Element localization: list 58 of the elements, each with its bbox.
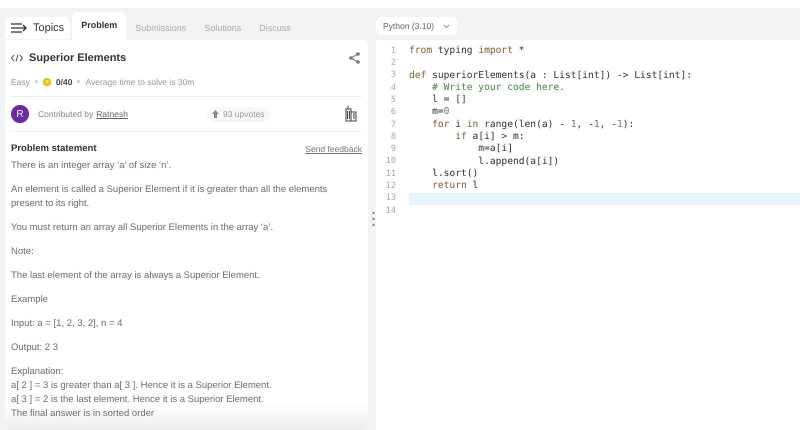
statement-text: Explanation:: [11, 364, 64, 378]
contributor-label: Contributed by: [38, 108, 94, 121]
statement-text: Example: [11, 292, 49, 306]
statement-text: There is an integer array ‘a’ of size ‘n’.: [11, 158, 172, 172]
statement-text: Note:: [11, 244, 35, 258]
line-number: 4: [390, 82, 396, 94]
upvote-arrow-icon: [212, 110, 219, 118]
code-line: def superiorElements(a : List[int]) -> List[int]:: [409, 68, 692, 82]
line-number: 13: [384, 192, 396, 206]
statement-text: a[ 3 ] = 2 is the last element. Hence it is a Superior Element.: [11, 392, 265, 406]
contributor-link[interactable]: Ratnesh: [96, 108, 128, 121]
statement-text: Output: 2 3: [11, 340, 60, 354]
avatar: R: [11, 105, 29, 124]
line-number: 1: [390, 44, 396, 58]
code-line: m=a[i]: [477, 142, 513, 156]
statement-text: You must return an array all Superior Elements in the array ‘a’.: [11, 220, 274, 234]
average-time-text: Average time to solve is 30m: [85, 76, 194, 88]
upvote-button[interactable]: 93 upvotes: [206, 106, 270, 122]
line-number: 3: [390, 69, 396, 82]
language-dropdown[interactable]: Python (3.10): [376, 17, 458, 35]
statement-text: The last element of the array is always a Superior Element.: [11, 268, 261, 282]
statement-text: a[ 2 ] = 3 is greater than a[ 3 ]. Hence it is a Superior Element.: [11, 378, 273, 392]
score-text: 0/40: [56, 76, 72, 88]
code-line: from typing import *: [409, 44, 525, 58]
line-number: 5: [390, 94, 396, 107]
code-line: if a[i] > m:: [454, 130, 525, 144]
statement-text: An element is called a Superior Element if it is greater than all the elements present to its right.: [11, 182, 328, 210]
code-line: for i in range(len(a) - 1, -1, -1):: [431, 118, 634, 132]
code-line: l.sort(): [431, 166, 478, 180]
share-icon[interactable]: [349, 52, 360, 64]
problem-title: Superior Elements: [29, 51, 126, 66]
line-number: 11: [384, 168, 396, 180]
topics-button[interactable]: Topics: [5, 17, 70, 39]
line-number: 8: [390, 130, 396, 144]
line-number: 9: [390, 143, 396, 156]
line-number: 2: [390, 57, 396, 70]
line-number: 6: [390, 106, 396, 120]
chevron-down-icon: [443, 24, 450, 28]
statement-text: The final answer is in sorted order: [11, 406, 156, 420]
coin-icon: [42, 78, 51, 86]
line-number: 10: [384, 155, 396, 168]
line-number: 7: [390, 118, 396, 132]
resize-handle-icon[interactable]: [372, 211, 374, 227]
statement-text: Input: a = [1, 2, 3, 2], n = 4: [11, 316, 124, 330]
code-line: m=0: [431, 105, 450, 120]
code-line: l.append(a[i]): [477, 154, 560, 169]
building-icon[interactable]: [344, 106, 358, 122]
code-line: # Write your code here.: [431, 80, 565, 94]
difficulty-label: Easy: [11, 76, 30, 88]
section-heading: Problem statement: [11, 142, 97, 156]
line-number: 14: [384, 204, 396, 218]
menu-arrow-icon: [11, 23, 27, 33]
tab[interactable]: Problem: [72, 12, 126, 40]
send-feedback-link[interactable]: Send feedback: [305, 143, 362, 156]
code-line: l = []: [431, 93, 467, 107]
code-icon: [11, 54, 23, 62]
line-number: 12: [384, 180, 396, 193]
code-line: return l: [431, 179, 478, 194]
